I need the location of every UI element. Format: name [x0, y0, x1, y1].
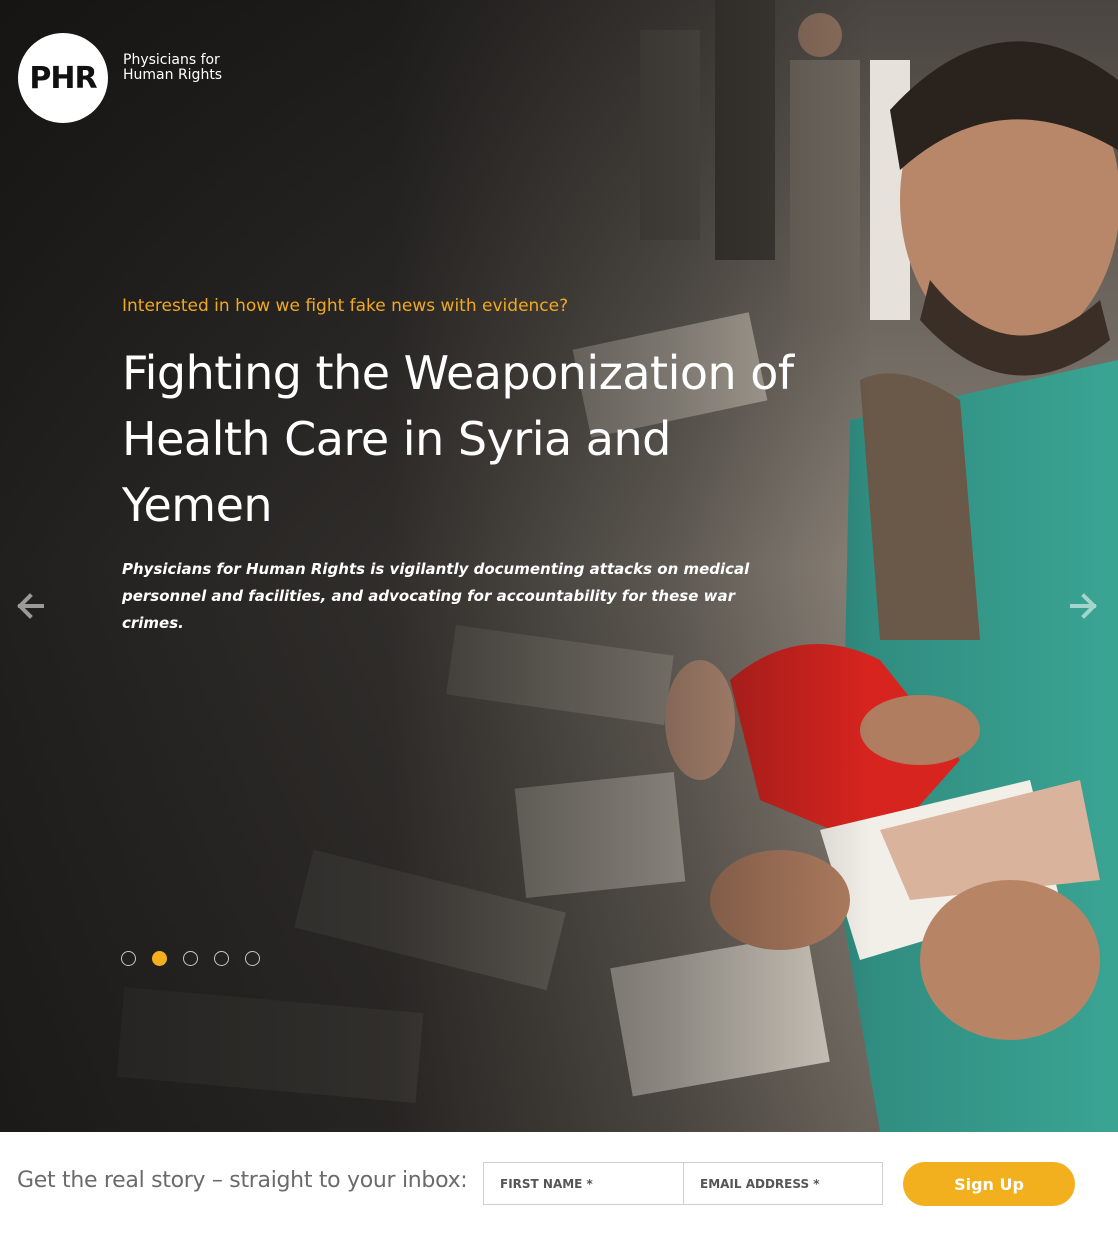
arrow-right-icon — [1070, 593, 1097, 619]
newsletter-signup-bar: Get the real story – straight to your in… — [0, 1132, 1118, 1234]
carousel-dot-3[interactable] — [183, 951, 198, 966]
signup-label: Get the real story – straight to your in… — [17, 1168, 468, 1193]
arrow-left-icon — [17, 593, 44, 619]
carousel-dot-5[interactable] — [245, 951, 260, 966]
first-name-field[interactable] — [483, 1162, 684, 1205]
phr-logo[interactable]: PHR Physicians for Human Rights — [18, 33, 233, 123]
logo-name: Physicians for Human Rights — [123, 52, 223, 83]
slide-summary: Physicians for Human Rights is vigilantl… — [122, 560, 750, 632]
carousel-next-button[interactable] — [1068, 590, 1100, 622]
carousel-dot-2-active[interactable] — [152, 951, 167, 966]
slide-kicker-link[interactable]: Interested in how we fight fake news wit… — [122, 296, 568, 316]
slide-headline[interactable]: Fighting the Weaponization of Health Car… — [122, 340, 822, 538]
carousel-prev-button[interactable] — [14, 590, 46, 622]
email-field[interactable] — [683, 1162, 883, 1205]
carousel-dot-4[interactable] — [214, 951, 229, 966]
hero-carousel: PHR Physicians for Human Rights Interest… — [0, 0, 1118, 1132]
logo-badge: PHR — [18, 33, 108, 123]
sign-up-button[interactable]: Sign Up — [903, 1162, 1075, 1206]
carousel-dots — [121, 951, 260, 966]
carousel-dot-1[interactable] — [121, 951, 136, 966]
